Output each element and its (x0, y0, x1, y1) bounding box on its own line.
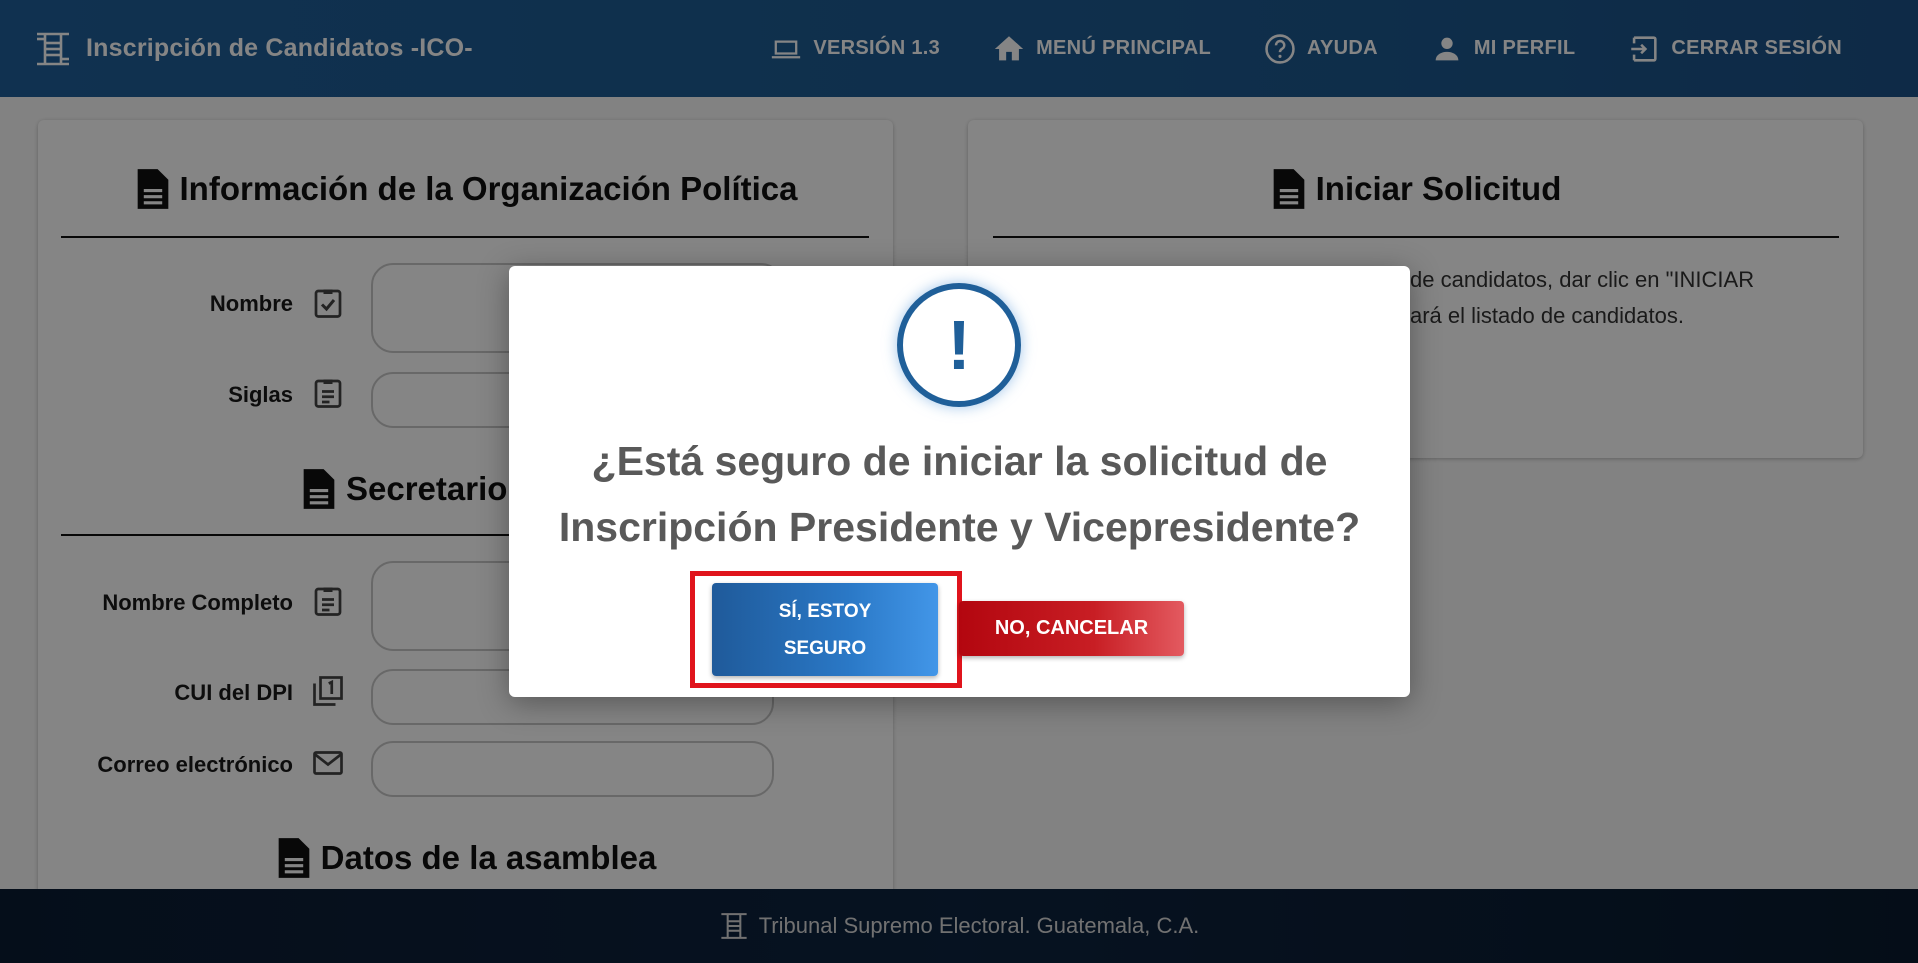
dialog-title-line-1: ¿Está seguro de iniciar la solicitud de (591, 438, 1328, 484)
confirm-dialog: ! ¿Está seguro de iniciar la solicitud d… (509, 266, 1410, 697)
confirm-label-line-2: SEGURO (783, 637, 867, 659)
cancel-button[interactable]: NO, CANCELAR (959, 601, 1184, 656)
dialog-title-line-2: Inscripción Presidente y Vicepresidente? (558, 504, 1361, 550)
warning-icon: ! (897, 283, 1021, 407)
confirm-label-line-1: SÍ, ESTOY (778, 600, 872, 622)
confirm-button[interactable]: SÍ, ESTOY SEGURO (712, 583, 938, 676)
dialog-title: ¿Está seguro de iniciar la solicitud de … (529, 428, 1390, 560)
